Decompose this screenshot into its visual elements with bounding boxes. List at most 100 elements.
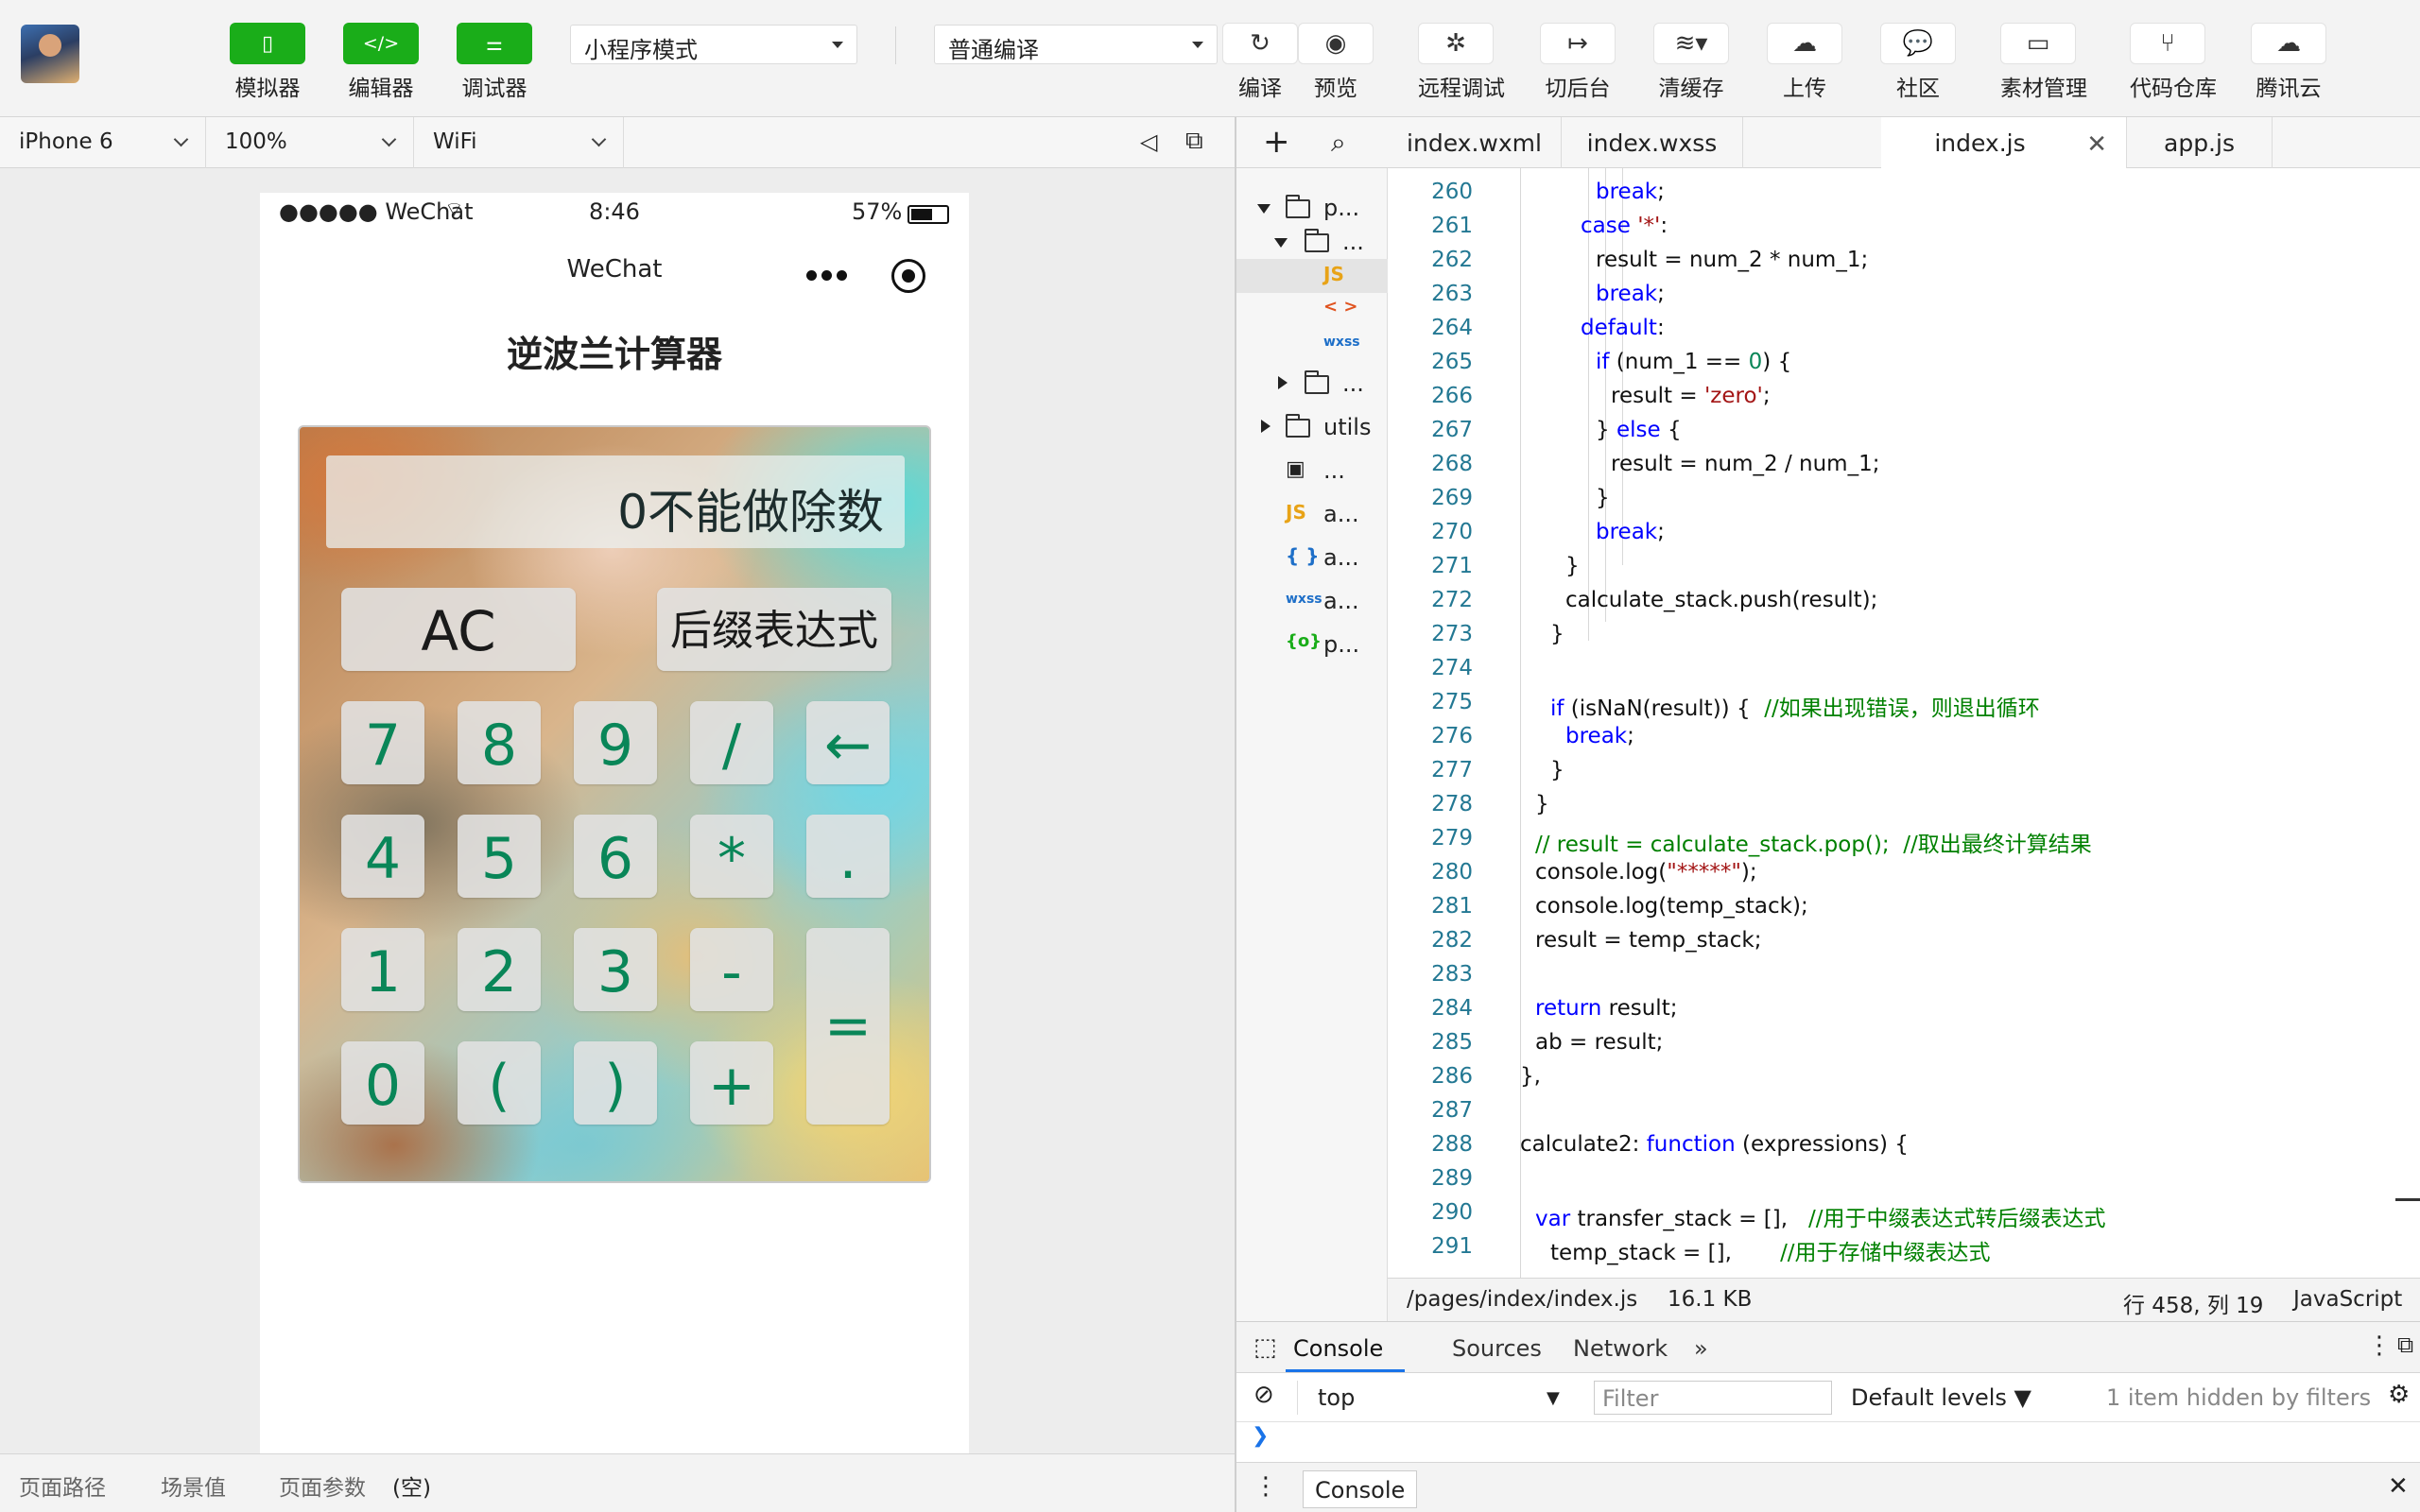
tree-folder-collapsed[interactable]: ...	[1236, 367, 1388, 401]
clear-console-icon[interactable]: ⊘	[1253, 1381, 1274, 1409]
tree-folder-utils[interactable]: utils	[1236, 410, 1388, 444]
tree-folder-pages[interactable]: p...	[1236, 191, 1388, 225]
phone-icon: ▯	[261, 31, 274, 56]
drawer-menu-icon[interactable]: ⋮	[1253, 1472, 1278, 1501]
tree-file-project-config[interactable]: {o} p...	[1236, 627, 1388, 662]
key-1[interactable]: 1	[341, 928, 424, 1011]
console-prompt-icon[interactable]: ❯	[1252, 1424, 1269, 1448]
tab-network[interactable]: Network	[1573, 1335, 1668, 1362]
chevron-down-icon	[173, 131, 189, 147]
compile-button[interactable]: ↻ 编译	[1222, 23, 1298, 102]
page-path-link[interactable]: 页面路径	[19, 1469, 106, 1502]
key-9[interactable]: 9	[574, 701, 657, 784]
key-6[interactable]: 6	[574, 815, 657, 898]
code-line-288: calculate2: function (expressions) {	[1520, 1132, 1909, 1157]
add-file-icon[interactable]: +	[1263, 123, 1290, 161]
key-divide[interactable]: /	[690, 701, 773, 784]
calculator-display: 0不能做除数	[326, 455, 905, 548]
tree-file-app-js[interactable]: JS a...	[1236, 497, 1388, 531]
key-minus[interactable]: -	[690, 928, 773, 1011]
tab-app-js[interactable]: app.js	[2127, 117, 2273, 168]
scene-link[interactable]: 场景值	[161, 1469, 226, 1502]
community-button[interactable]: 💬 社区	[1880, 23, 1956, 102]
close-target-icon[interactable]	[891, 259, 925, 293]
editor-tabs: index.wxml index.wxss index.js ✕ app.js	[1388, 117, 2420, 169]
upload-button[interactable]: ☁ 上传	[1767, 23, 1842, 102]
tree-file-app-wxss[interactable]: wxss a...	[1236, 584, 1388, 618]
close-drawer-icon[interactable]: ✕	[2388, 1472, 2409, 1501]
network-select[interactable]: WiFi	[414, 117, 624, 168]
tree-folder-index[interactable]: ...	[1236, 225, 1388, 259]
drawer-tab-console[interactable]: Console	[1303, 1470, 1418, 1508]
key-equals[interactable]: =	[806, 928, 890, 1125]
language-mode[interactable]: JavaScript	[2293, 1287, 2402, 1312]
zoom-select[interactable]: 100%	[206, 117, 414, 168]
assets-button[interactable]: ▭ 素材管理	[2000, 23, 2087, 102]
key-close-paren[interactable]: )	[574, 1041, 657, 1125]
expanded-arrow-icon	[1257, 204, 1270, 214]
popout-window-icon[interactable]: ⧉	[1185, 127, 1203, 156]
wxml-file-icon: < >	[1323, 297, 1358, 317]
ac-button[interactable]: AC	[341, 588, 576, 671]
key-5[interactable]: 5	[458, 815, 541, 898]
mode-select[interactable]: 小程序模式	[570, 25, 857, 64]
tree-file-index-wxss[interactable]: wxss	[1236, 327, 1388, 361]
tab-index-wxml[interactable]: index.wxml	[1388, 117, 1562, 168]
inspect-element-icon[interactable]: ⬚	[1253, 1333, 1277, 1362]
simulator-area: ●●●●● WeChat ⌔ 8:46 57% WeChat 逆波兰计算器 0不…	[0, 168, 1235, 1453]
key-0[interactable]: 0	[341, 1041, 424, 1125]
settings-gear-icon[interactable]: ⚙	[2388, 1381, 2410, 1409]
tab-console[interactable]: Console	[1293, 1335, 1383, 1362]
preview-button[interactable]: ◉ 预览	[1298, 23, 1374, 102]
key-multiply[interactable]: *	[690, 815, 773, 898]
tencent-cloud-button[interactable]: ☁ 腾讯云	[2251, 23, 2326, 102]
tree-file-index-wxml[interactable]: < >	[1236, 293, 1388, 327]
user-avatar[interactable]	[21, 25, 79, 83]
clear-cache-button[interactable]: ≋▾ 清缓存	[1653, 23, 1729, 102]
repo-button[interactable]: ⑂ 代码仓库	[2130, 23, 2217, 102]
postfix-button[interactable]: 后缀表达式	[657, 588, 891, 671]
search-icon[interactable]: ⌕	[1331, 127, 1346, 159]
key-8[interactable]: 8	[458, 701, 541, 784]
key-open-paren[interactable]: (	[458, 1041, 541, 1125]
remote-debug-button[interactable]: ✲ 远程调试	[1418, 23, 1505, 102]
context-dropdown-icon[interactable]: ▼	[1547, 1388, 1560, 1408]
tree-file-app-json[interactable]: { } a...	[1236, 541, 1388, 575]
layers-icon: ≋▾	[1674, 29, 1708, 58]
collapsed-arrow-icon	[1261, 420, 1270, 433]
code-editor[interactable]: 260 261 262 263 264 265 266 267 268 269 …	[1388, 168, 2420, 1278]
log-levels-select[interactable]: Default levels ▼	[1851, 1384, 2031, 1411]
code-line-270: break;	[1596, 520, 1665, 544]
key-3[interactable]: 3	[574, 928, 657, 1011]
key-7[interactable]: 7	[341, 701, 424, 784]
debugger-button[interactable]: ⚌ 调试器	[457, 23, 532, 102]
code-line-282: result = temp_stack;	[1535, 928, 1762, 953]
tab-index-js[interactable]: index.js ✕	[1881, 117, 2127, 169]
tree-file-index-js[interactable]: JS	[1236, 259, 1388, 293]
device-select[interactable]: iPhone 6	[0, 117, 206, 168]
undock-icon[interactable]: ⧉	[2397, 1332, 2413, 1358]
more-dots-icon[interactable]	[806, 270, 847, 281]
background-button[interactable]: ↦ 切后台	[1540, 23, 1616, 102]
volume-icon[interactable]: ◁	[1140, 129, 1157, 155]
code-line-286: },	[1520, 1064, 1541, 1089]
close-tab-icon[interactable]: ✕	[2086, 130, 2107, 159]
console-filter-input[interactable]: Filter	[1594, 1381, 1832, 1415]
key-dot[interactable]: .	[806, 815, 890, 898]
page-params-link[interactable]: 页面参数	[279, 1469, 366, 1502]
key-backspace[interactable]: ←	[806, 701, 890, 784]
editor-button[interactable]: </> 编辑器	[343, 23, 419, 102]
simulator-button[interactable]: ▯ 模拟器	[230, 23, 305, 102]
key-4[interactable]: 4	[341, 815, 424, 898]
more-tabs-icon[interactable]: »	[1694, 1335, 1708, 1362]
tree-file-image[interactable]: ▣ ...	[1236, 454, 1388, 488]
tab-sources[interactable]: Sources	[1452, 1335, 1542, 1362]
tab-index-wxss[interactable]: index.wxss	[1562, 117, 1743, 168]
more-options-icon[interactable]: ⋮	[2367, 1332, 2392, 1360]
context-select[interactable]: top	[1318, 1384, 1355, 1411]
compile-select[interactable]: 普通编译	[934, 25, 1218, 64]
key-plus[interactable]: +	[690, 1041, 773, 1125]
cursor-position[interactable]: 行 458, 列 19	[2123, 1287, 2263, 1319]
key-2[interactable]: 2	[458, 928, 541, 1011]
folder-icon	[1286, 414, 1310, 438]
